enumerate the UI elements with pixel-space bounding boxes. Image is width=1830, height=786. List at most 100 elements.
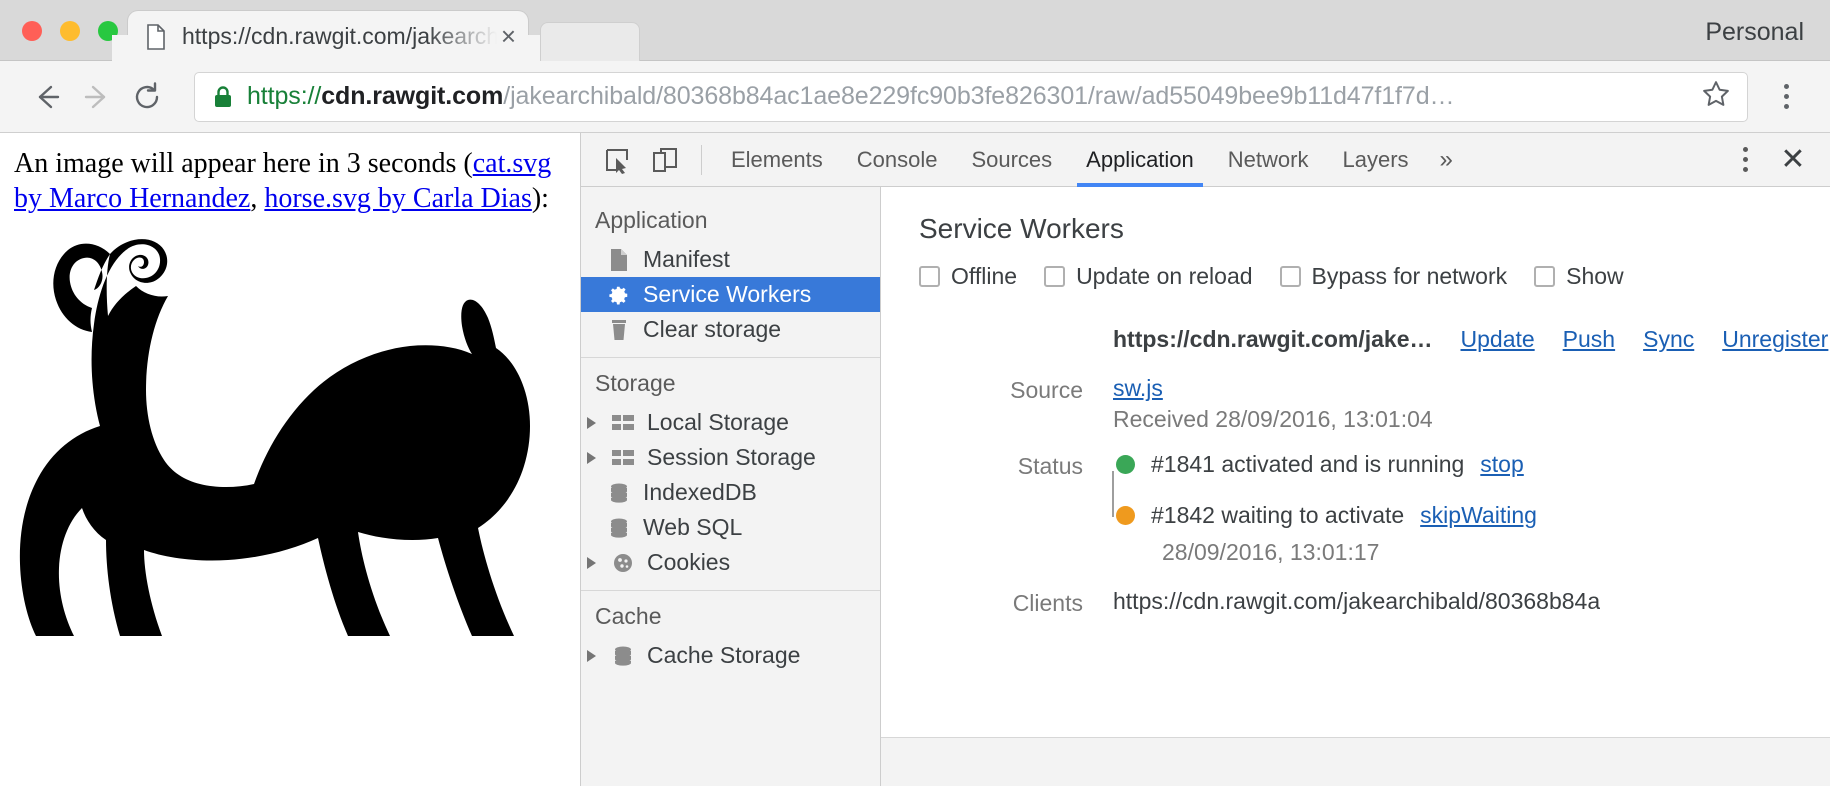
lock-icon (213, 85, 233, 109)
kebab-dot (1783, 104, 1789, 109)
clients-row: Clients https://cdn.rawgit.com/jakearchi… (881, 588, 1830, 617)
chevron-right-icon[interactable] (587, 416, 596, 429)
update-on-reload-label: Update on reload (1076, 263, 1253, 289)
chevron-right-icon[interactable] (587, 556, 596, 569)
registration-scope: https://cdn.rawgit.com/jake… (1113, 326, 1433, 352)
sidebar-group-cache: Cache (595, 603, 662, 629)
forward-arrow-icon[interactable] (72, 72, 122, 122)
page-title: Service Workers (919, 213, 1124, 244)
tab-label: Elements (731, 146, 823, 172)
show-all-checkbox-group[interactable]: Show (1534, 263, 1624, 290)
update-link[interactable]: Update (1461, 326, 1535, 353)
devtools-body: Application Manifest Service Workers Cle… (581, 187, 1830, 786)
sync-link[interactable]: Sync (1643, 326, 1694, 353)
stop-link[interactable]: stop (1480, 451, 1523, 478)
tab-strip: https://cdn.rawgit.com/jakearchibald/803… (0, 0, 1830, 61)
manifest-document-icon (607, 248, 631, 272)
status-dot-green-icon (1116, 455, 1135, 474)
kebab-dot (1742, 167, 1748, 172)
sidebar-item-indexeddb[interactable]: IndexedDB (581, 475, 880, 510)
close-icon[interactable]: × (501, 23, 516, 49)
tab-label: Sources (971, 146, 1053, 172)
show-all-checkbox[interactable] (1534, 266, 1556, 287)
tab-layers[interactable]: Layers (1325, 133, 1425, 186)
close-window-button[interactable] (22, 21, 42, 41)
cat-silhouette-image (14, 220, 550, 640)
tab-console[interactable]: Console (840, 133, 955, 186)
devtools-settings-menu[interactable] (1724, 138, 1766, 182)
page-separator: , (250, 182, 265, 214)
url-scheme: https:// (247, 82, 322, 110)
url-host: cdn.rawgit.com (321, 82, 504, 110)
sidebar-item-clear-storage[interactable]: Clear storage (581, 312, 880, 347)
reload-icon[interactable] (122, 72, 172, 122)
close-icon[interactable]: ✕ (1770, 138, 1816, 182)
service-worker-options: Offline Update on reload Bypass for netw… (881, 245, 1830, 290)
sidebar-item-cookies[interactable]: Cookies (581, 545, 880, 580)
offline-checkbox-group[interactable]: Offline (919, 263, 1017, 290)
sidebar-item-service-workers[interactable]: Service Workers (581, 277, 880, 312)
source-file-link[interactable]: sw.js (1113, 375, 1163, 401)
page-text-after: ): (531, 182, 549, 214)
push-link[interactable]: Push (1563, 326, 1615, 353)
bypass-for-network-checkbox-group[interactable]: Bypass for network (1279, 263, 1508, 290)
device-toolbar-icon[interactable] (641, 138, 689, 182)
window-controls (22, 21, 118, 41)
new-tab-placeholder[interactable] (540, 22, 640, 61)
update-on-reload-checkbox[interactable] (1044, 266, 1066, 287)
bypass-for-network-label: Bypass for network (1311, 263, 1508, 289)
service-worker-registration: https://cdn.rawgit.com/jake… Update Push… (881, 290, 1830, 617)
skip-waiting-link[interactable]: skipWaiting (1420, 502, 1537, 529)
service-workers-pane: Service Workers Offline Update on reload (881, 187, 1830, 786)
bypass-for-network-checkbox[interactable] (1279, 266, 1301, 287)
status-row-waiting: #1842 waiting to activate skipWaiting (1113, 502, 1537, 529)
tab-network[interactable]: Network (1211, 133, 1326, 186)
sidebar-item-label: Web SQL (643, 514, 743, 540)
more-tabs-icon[interactable]: » (1426, 133, 1467, 186)
sidebar-item-label: Clear storage (643, 316, 782, 342)
page-paragraph: An image will appear here in 3 seconds (… (14, 147, 564, 216)
chevron-right-icon[interactable] (587, 649, 596, 662)
database-icon (611, 644, 635, 668)
trash-icon (607, 318, 631, 342)
sidebar-item-web-sql[interactable]: Web SQL (581, 510, 880, 545)
sidebar-item-label: Local Storage (647, 409, 789, 435)
sidebar-item-session-storage[interactable]: Session Storage (581, 440, 880, 475)
inspect-element-icon[interactable] (593, 138, 641, 182)
cookie-icon (611, 551, 635, 575)
sidebar-item-manifest[interactable]: Manifest (581, 242, 880, 277)
show-all-label: Show (1566, 263, 1624, 289)
tab-elements[interactable]: Elements (714, 133, 840, 186)
tab-sources[interactable]: Sources (954, 133, 1069, 186)
source-label: Source (1010, 377, 1083, 403)
sidebar-item-local-storage[interactable]: Local Storage (581, 405, 880, 440)
kebab-dot (1783, 84, 1789, 89)
star-icon[interactable] (1701, 79, 1731, 114)
database-icon (607, 481, 631, 505)
devtools-panel: Elements Console Sources Application Net… (580, 133, 1830, 786)
profile-name[interactable]: Personal (1705, 18, 1804, 47)
document-icon (146, 24, 166, 50)
chevron-right-icon[interactable] (587, 451, 596, 464)
table-icon (611, 446, 635, 470)
sidebar-group-storage: Storage (595, 370, 676, 396)
sidebar-group-application: Application (595, 207, 708, 233)
update-on-reload-checkbox-group[interactable]: Update on reload (1044, 263, 1253, 290)
sidebar-item-cache-storage[interactable]: Cache Storage (581, 638, 880, 673)
browser-menu-button[interactable] (1764, 84, 1808, 109)
browser-tab[interactable]: https://cdn.rawgit.com/jakearchibald/803… (112, 11, 544, 61)
address-bar[interactable]: https://cdn.rawgit.com/jakearchibald/803… (194, 71, 1748, 122)
unregister-link[interactable]: Unregister (1722, 326, 1828, 353)
sidebar-item-label: Session Storage (647, 444, 816, 470)
content-area: An image will appear here in 3 seconds (… (0, 133, 1830, 786)
clients-value: https://cdn.rawgit.com/jakearchibald/803… (1113, 588, 1601, 614)
registration-scope-spacer (881, 326, 1099, 328)
tab-application[interactable]: Application (1069, 133, 1211, 187)
tab-label: Network (1227, 146, 1309, 172)
offline-checkbox[interactable] (919, 266, 940, 287)
horse-svg-link[interactable]: horse.svg by Carla Dias (264, 183, 532, 214)
minimize-window-button[interactable] (60, 21, 80, 41)
source-received-time: Received 28/09/2016, 13:01:04 (1113, 406, 1433, 432)
back-arrow-icon[interactable] (22, 72, 72, 122)
status-waiting-time: 28/09/2016, 13:01:17 (1162, 539, 1380, 565)
